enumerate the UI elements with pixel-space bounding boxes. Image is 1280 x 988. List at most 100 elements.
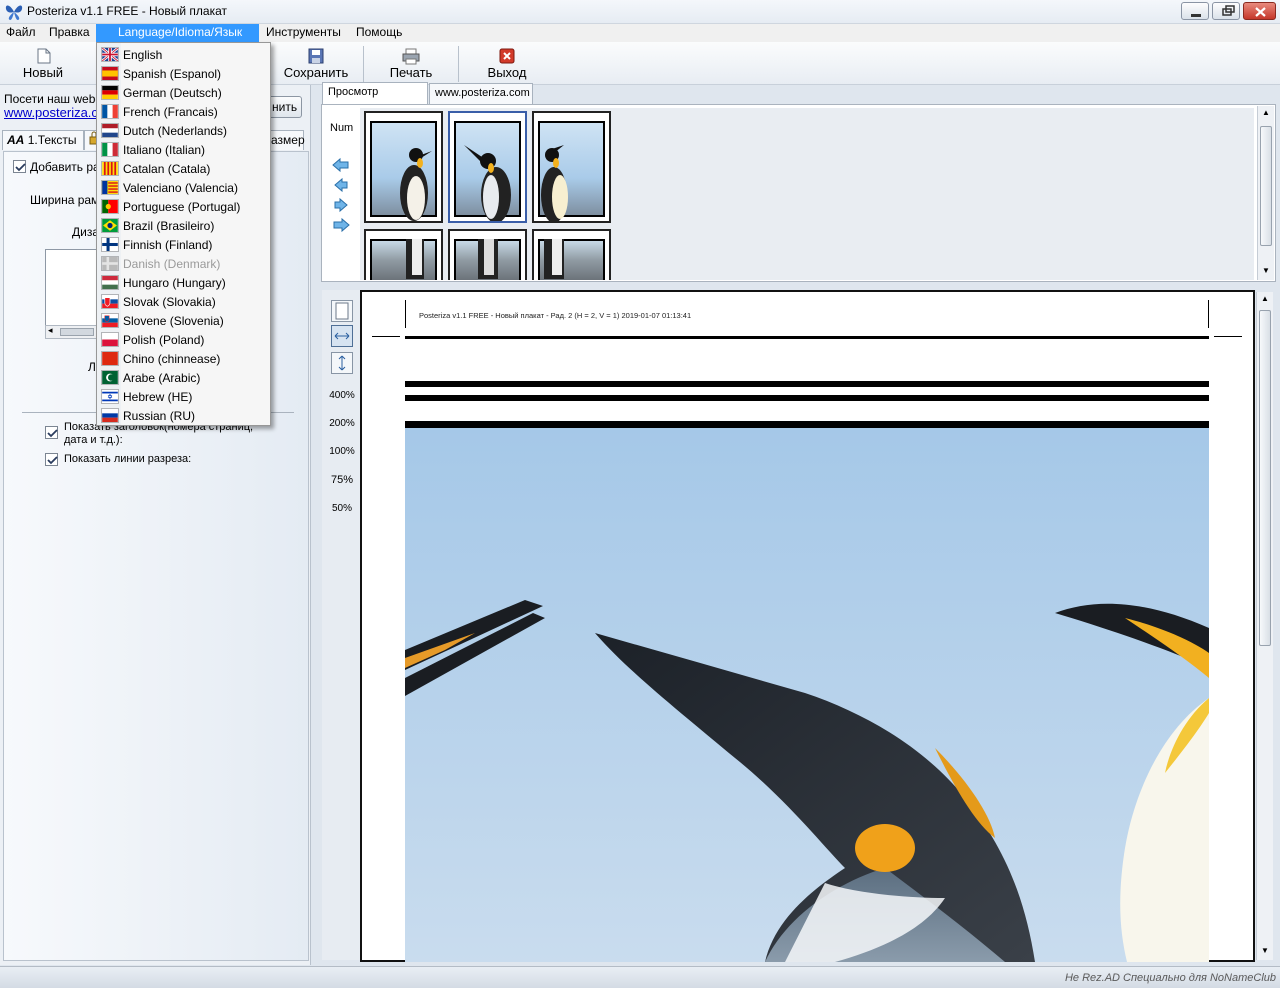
next-page-arrow-icon[interactable] xyxy=(334,197,348,213)
cut-mark xyxy=(1214,336,1242,337)
new-document-icon xyxy=(37,48,51,64)
header-rule xyxy=(405,336,1209,339)
show-cut-lines-label: Показать линии разреза: xyxy=(64,453,192,465)
language-option[interactable]: Dutch (Nederlands) xyxy=(98,121,269,140)
language-option: Danish (Denmark) xyxy=(98,254,269,273)
scrollbar-thumb[interactable] xyxy=(1259,310,1271,646)
language-option[interactable]: Portuguese (Portugal) xyxy=(98,197,269,216)
language-option[interactable]: Hungaro (Hungary) xyxy=(98,273,269,292)
hu-flag-icon xyxy=(101,275,119,290)
language-option[interactable]: Chino (chinnease) xyxy=(98,349,269,368)
design-label: Диза xyxy=(72,225,100,239)
pl-flag-icon xyxy=(101,332,119,347)
num-label: Num xyxy=(330,122,354,134)
language-option[interactable]: Slovak (Slovakia) xyxy=(98,292,269,311)
language-option-label: Dutch (Nederlands) xyxy=(123,124,228,138)
zoom-200[interactable]: 200% xyxy=(324,418,360,429)
dk-flag-icon xyxy=(101,256,119,271)
language-option-label: Chino (chinnease) xyxy=(123,352,221,366)
language-option[interactable]: Russian (RU) xyxy=(98,406,269,425)
language-option[interactable]: French (Francais) xyxy=(98,102,269,121)
menu-tools[interactable]: Инструменты xyxy=(260,24,347,42)
maximize-button[interactable] xyxy=(1212,2,1240,20)
language-option[interactable]: Catalan (Catala) xyxy=(98,159,269,178)
fit-width-button[interactable] xyxy=(331,325,353,347)
language-option[interactable]: Italiano (Italian) xyxy=(98,140,269,159)
close-button[interactable] xyxy=(1243,2,1276,20)
language-option[interactable]: Valenciano (Valencia) xyxy=(98,178,269,197)
thumbnail-page[interactable] xyxy=(448,229,527,280)
show-header-checkbox[interactable] xyxy=(45,426,58,439)
new-button[interactable]: Новый xyxy=(12,44,74,84)
exit-button[interactable]: Выход xyxy=(476,44,538,84)
butterfly-app-icon xyxy=(5,5,23,20)
ru-flag-icon xyxy=(101,408,119,423)
first-page-arrow-icon[interactable] xyxy=(332,157,349,173)
thumbnail-page[interactable] xyxy=(532,111,611,223)
fit-height-button[interactable] xyxy=(331,352,353,374)
language-option[interactable]: Spanish (Espanol) xyxy=(98,64,269,83)
zoom-50[interactable]: 50% xyxy=(324,503,360,514)
window-title: Posteriza v1.1 FREE - Новый плакат xyxy=(27,4,228,18)
ar-flag-icon xyxy=(101,370,119,385)
language-option[interactable]: Arabe (Arabic) xyxy=(98,368,269,387)
penguin-image xyxy=(478,239,498,279)
toolbar-separator xyxy=(458,46,459,82)
language-option-label: English xyxy=(123,48,163,62)
apply-button-label: нить xyxy=(272,100,298,114)
save-button[interactable]: Сохранить xyxy=(278,44,354,84)
last-page-arrow-icon[interactable] xyxy=(333,217,350,233)
menu-file[interactable]: Файл xyxy=(0,24,42,42)
check-icon xyxy=(15,163,26,172)
language-option-label: Russian (RU) xyxy=(123,409,196,423)
print-button[interactable]: Печать xyxy=(380,44,442,84)
zoom-75[interactable]: 75% xyxy=(324,474,360,486)
menu-language[interactable]: Language/Idioma/Язык xyxy=(96,24,259,42)
scrollbar-thumb[interactable] xyxy=(1260,126,1272,246)
cut-mark xyxy=(405,300,406,328)
zoom-100[interactable]: 100% xyxy=(324,446,360,457)
printer-icon xyxy=(402,48,420,65)
page-scrollbar[interactable]: ▲ ▼ xyxy=(1256,292,1273,960)
language-option[interactable]: English xyxy=(98,45,269,64)
tab-texts-text: 1.Тексты xyxy=(27,133,77,147)
cn-flag-icon xyxy=(101,351,119,366)
language-option-label: Portuguese (Portugal) xyxy=(123,200,241,214)
title-bar: Posteriza v1.1 FREE - Новый плакат xyxy=(0,0,1280,24)
br-flag-icon xyxy=(101,218,119,233)
tab-poster-preview[interactable]: Просмотр Плаката xyxy=(322,82,428,117)
thumbnail-page[interactable] xyxy=(448,111,527,223)
li-label: Л xyxy=(88,360,96,374)
show-cut-lines-checkbox[interactable] xyxy=(45,453,58,466)
thumbnail-scrollbar[interactable]: ▲ ▼ xyxy=(1257,106,1274,280)
nl-flag-icon xyxy=(101,123,119,138)
penguins-image xyxy=(405,428,1209,962)
menu-help[interactable]: Помощь xyxy=(350,24,408,42)
minimize-button[interactable] xyxy=(1181,2,1209,20)
website-link[interactable]: www.posteriza.c xyxy=(4,105,98,120)
thumbnail-page[interactable] xyxy=(532,229,611,280)
toolbar-separator xyxy=(363,46,364,82)
close-icon xyxy=(1255,7,1266,17)
language-option[interactable]: Slovene (Slovenia) xyxy=(98,311,269,330)
language-option[interactable]: Polish (Poland) xyxy=(98,330,269,349)
language-option[interactable]: Finnish (Finland) xyxy=(98,235,269,254)
fit-page-button[interactable] xyxy=(331,300,353,322)
zoom-400[interactable]: 400% xyxy=(324,390,360,401)
scrollbar-thumb[interactable] xyxy=(60,328,94,336)
scroll-up-icon: ▲ xyxy=(1262,108,1270,117)
save-disk-icon xyxy=(308,48,324,64)
page-navigation-arrows xyxy=(332,157,350,233)
thumbnail-page[interactable] xyxy=(364,111,443,223)
prev-page-arrow-icon[interactable] xyxy=(334,177,348,193)
add-frame-checkbox[interactable] xyxy=(13,160,26,173)
menu-edit[interactable]: Правка xyxy=(43,24,96,42)
thumbnail-page[interactable] xyxy=(364,229,443,280)
tab-website[interactable]: www.posteriza.com xyxy=(429,83,533,104)
tab-texts[interactable]: AA 1.Тексты xyxy=(2,130,84,150)
language-option[interactable]: German (Deutsch) xyxy=(98,83,269,102)
val-flag-icon xyxy=(101,180,119,195)
tab-size[interactable]: азмер xyxy=(266,130,305,150)
language-option[interactable]: Brazil (Brasileiro) xyxy=(98,216,269,235)
language-option[interactable]: Hebrew (HE) xyxy=(98,387,269,406)
